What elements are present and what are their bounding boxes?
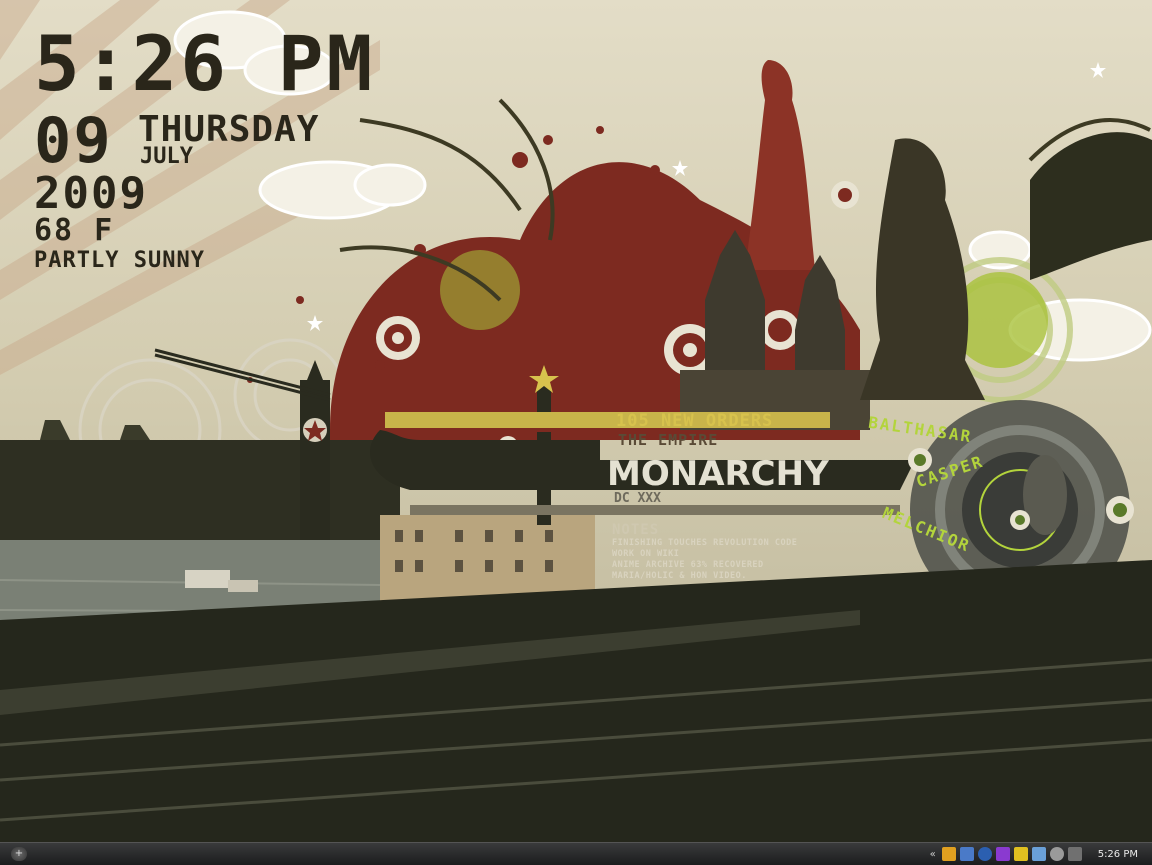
volume-icon[interactable] bbox=[1049, 847, 1064, 861]
empire-label: THE EMPIRE bbox=[618, 431, 719, 449]
note-item: ANIME ARCHIVE 63% RECOVERED bbox=[612, 560, 764, 570]
network-icon[interactable] bbox=[1031, 847, 1046, 861]
note-item: WORK ON WIKI bbox=[612, 549, 680, 559]
notes-title: NOTES bbox=[612, 522, 660, 538]
note-item: FINISHING TOUCHES REVOLUTION CODE bbox=[612, 538, 798, 548]
clock-weekday: THURSDAY bbox=[138, 109, 320, 150]
note-item: MARIA/HOLIC & HON VIDEO. bbox=[612, 571, 747, 581]
taskbar-clock[interactable]: 5:26 PM bbox=[1098, 849, 1138, 860]
monitor-icon[interactable] bbox=[959, 847, 974, 861]
taskbar: + « 5:26 PM bbox=[0, 842, 1152, 865]
weather-temperature: 68 F bbox=[34, 213, 115, 248]
system-tray: « 5:26 PM bbox=[930, 843, 1152, 865]
sync-icon[interactable] bbox=[995, 847, 1010, 861]
drop-icon[interactable] bbox=[977, 847, 992, 861]
clock-time: 5:26 PM bbox=[34, 19, 376, 108]
banner-subtitle: DC XXX bbox=[614, 491, 661, 506]
weather-condition: PARTLY SUNNY bbox=[34, 248, 205, 273]
shield-icon[interactable] bbox=[1013, 847, 1028, 861]
start-button[interactable]: + bbox=[11, 847, 27, 861]
clock-month: JULY bbox=[140, 144, 193, 169]
notes-list: FINISHING TOUCHES REVOLUTION CODE WORK O… bbox=[612, 538, 797, 582]
lightning-icon[interactable] bbox=[941, 847, 956, 861]
clock-day: 09 bbox=[34, 104, 113, 177]
usb-icon[interactable] bbox=[1067, 847, 1082, 861]
orders-banner: 105 NEW ORDERS bbox=[616, 411, 774, 431]
tray-expand-chevron[interactable]: « bbox=[930, 849, 936, 860]
clock-year: 2009 bbox=[34, 168, 148, 219]
monarchy-title: MONARCHY bbox=[607, 454, 829, 494]
